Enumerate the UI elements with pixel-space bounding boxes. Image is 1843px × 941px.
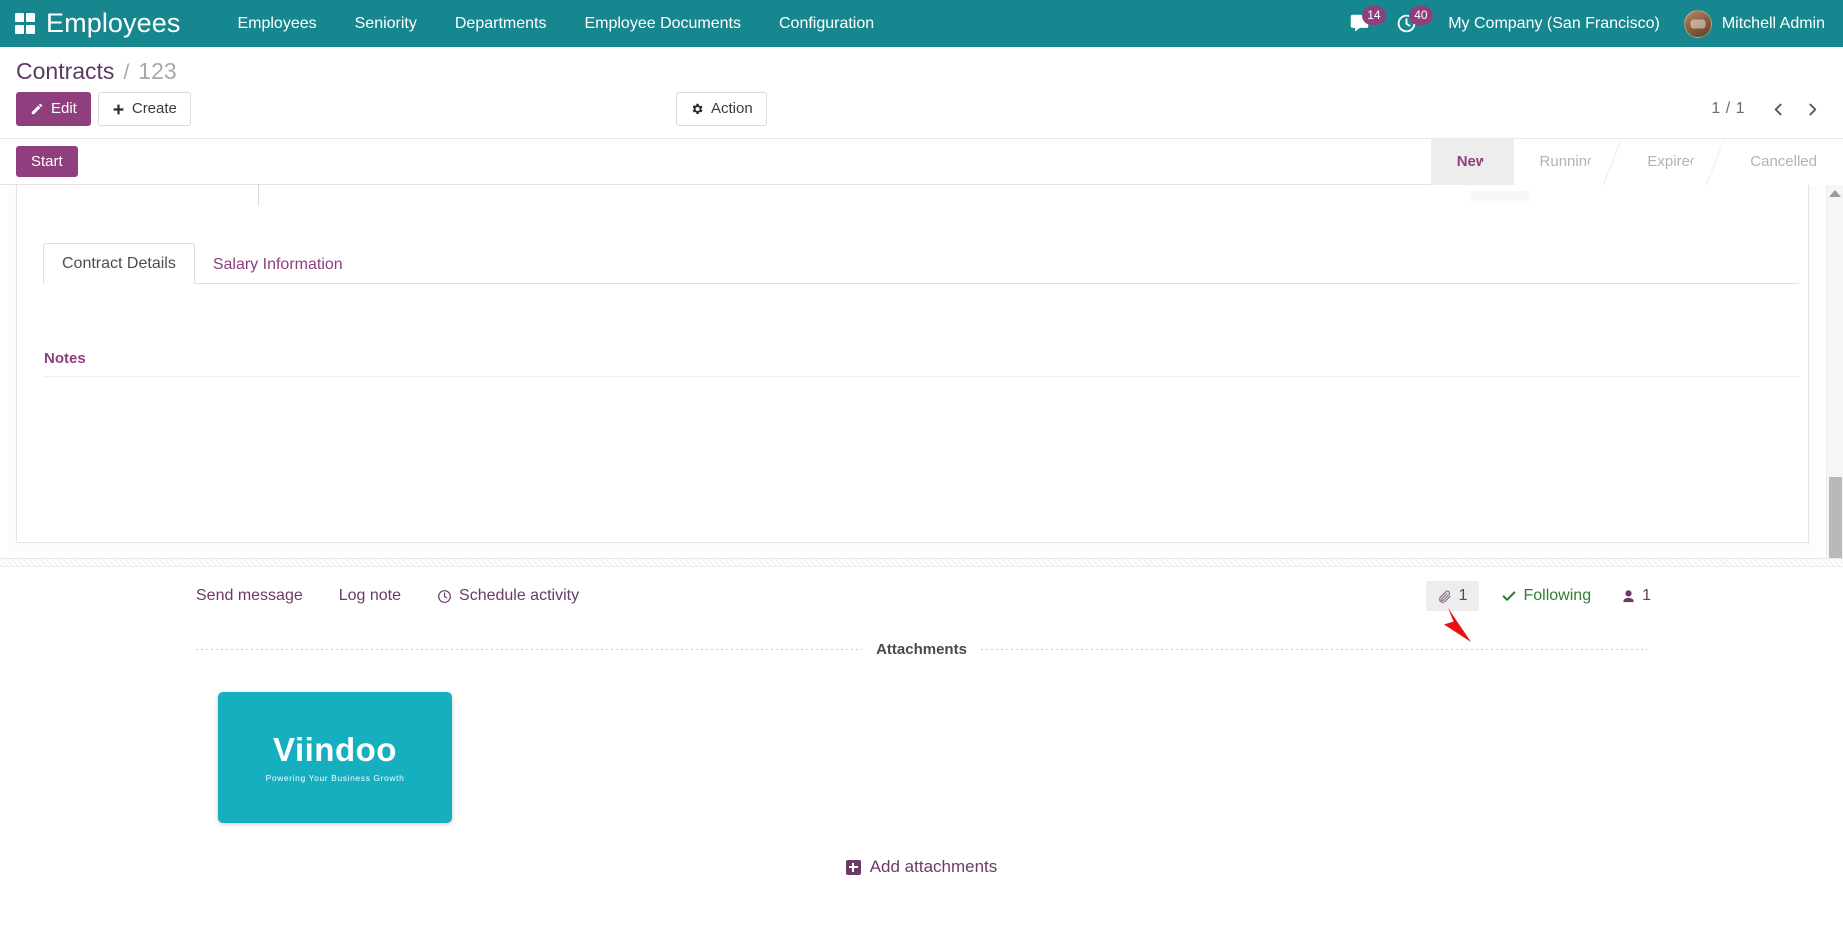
menu-item-employee-documents[interactable]: Employee Documents [565, 9, 760, 39]
action-button-label: Action [711, 100, 753, 118]
menu-item-seniority[interactable]: Seniority [336, 9, 436, 39]
following-label: Following [1524, 587, 1592, 605]
divider-left [196, 649, 862, 650]
add-attachments-row: Add attachments [0, 857, 1843, 877]
pager-value: 1 / 1 [1711, 100, 1759, 118]
schedule-activity-label: Schedule activity [459, 587, 579, 605]
followers-button[interactable]: 1 [1621, 587, 1651, 605]
chatter-right-group: 1 Following 1 [1426, 581, 1843, 611]
pager-previous-button[interactable] [1763, 94, 1793, 124]
notes-group: Notes [44, 350, 1799, 447]
check-icon [1501, 588, 1517, 604]
scrollbar-thumb[interactable] [1829, 477, 1842, 558]
create-button[interactable]: Create [98, 92, 191, 126]
tab-salary-information[interactable]: Salary Information [195, 245, 361, 284]
scroll-up-arrow-icon[interactable] [1829, 190, 1841, 197]
menu-item-configuration[interactable]: Configuration [760, 9, 893, 39]
notes-field[interactable] [44, 377, 1799, 447]
control-panel-buttons: Edit Create Action 1 / 1 [0, 87, 1843, 138]
add-attachments-label: Add attachments [870, 857, 998, 877]
divider-right [981, 649, 1647, 650]
statusbar-row: Start New Running Expired Cancelled [0, 139, 1843, 185]
form-sheet-area: Contract Details Salary Information Note… [0, 185, 1843, 558]
user-name: Mitchell Admin [1722, 15, 1825, 33]
top-navbar: Employees Employees Seniority Department… [0, 0, 1843, 47]
plus-icon [112, 103, 125, 116]
attachment-card-viindoo[interactable]: Viindoo Powering Your Business Growth [218, 692, 452, 823]
clipped-field-top-right [1470, 191, 1530, 203]
edit-button[interactable]: Edit [16, 92, 91, 126]
edit-button-label: Edit [51, 100, 77, 118]
create-button-label: Create [132, 100, 177, 118]
attachment-logo-text: Viindoo [273, 733, 397, 766]
chatter-toolbar: Send message Log note Schedule activity … [0, 567, 1843, 625]
vertical-scrollbar[interactable] [1826, 185, 1843, 558]
main-menu: Employees Seniority Departments Employee… [218, 9, 893, 39]
attachments-caption: Attachments [862, 641, 981, 658]
breadcrumb-separator: / [123, 61, 129, 85]
following-button[interactable]: Following [1501, 587, 1592, 605]
notebook-tabs: Contract Details Salary Information [43, 242, 1799, 284]
pager-next-button[interactable] [1797, 94, 1827, 124]
attachments-section-header: Attachments [196, 641, 1647, 658]
attachment-logo-tagline: Powering Your Business Growth [266, 773, 405, 783]
control-panel: Contracts / 123 Edit Create Action 1 / 1 [0, 47, 1843, 139]
pencil-icon [30, 102, 44, 116]
apps-menu-toggle[interactable] [8, 6, 42, 42]
breadcrumb: Contracts / 123 [0, 47, 1843, 87]
notes-label: Notes [44, 350, 1799, 377]
log-note-button[interactable]: Log note [339, 587, 401, 605]
pager: 1 / 1 [1711, 94, 1827, 124]
chatter-separator [0, 558, 1843, 567]
followers-count: 1 [1642, 587, 1651, 605]
breadcrumb-current-record: 123 [138, 58, 176, 85]
company-switcher[interactable]: My Company (San Francisco) [1430, 15, 1674, 33]
messages-badge: 14 [1362, 6, 1385, 25]
action-button[interactable]: Action [676, 92, 767, 126]
schedule-activity-button[interactable]: Schedule activity [437, 587, 579, 605]
menu-item-employees[interactable]: Employees [218, 9, 335, 39]
stage-new[interactable]: New [1431, 139, 1514, 185]
gear-icon [690, 102, 704, 116]
plus-square-icon [846, 860, 861, 875]
activities-badge: 40 [1409, 6, 1432, 25]
stage-cancelled[interactable]: Cancelled [1724, 139, 1843, 185]
start-button[interactable]: Start [16, 146, 78, 177]
activities-button[interactable]: 40 [1383, 0, 1430, 47]
add-attachments-button[interactable]: Add attachments [846, 857, 998, 877]
navbar-right-group: 14 40 My Company (San Francisco) Mitchel… [1336, 0, 1829, 47]
paperclip-icon [1437, 589, 1452, 604]
breadcrumb-contracts[interactable]: Contracts [16, 58, 114, 85]
attachments-toggle-button[interactable]: 1 [1426, 581, 1479, 611]
user-menu[interactable]: Mitchell Admin [1674, 10, 1829, 38]
tab-contract-details[interactable]: Contract Details [43, 243, 195, 284]
clipped-field-top [258, 185, 260, 206]
send-message-button[interactable]: Send message [196, 587, 303, 605]
menu-item-departments[interactable]: Departments [436, 9, 566, 39]
stage-running[interactable]: Running [1514, 139, 1622, 185]
clock-icon [437, 589, 452, 604]
apps-grid-icon [15, 13, 36, 34]
stage-expired[interactable]: Expired [1621, 139, 1724, 185]
avatar [1684, 10, 1712, 38]
attachment-count: 1 [1459, 587, 1468, 605]
status-pipeline: New Running Expired Cancelled [1431, 139, 1843, 185]
user-icon [1621, 589, 1636, 604]
app-brand-employees[interactable]: Employees [46, 8, 180, 39]
chatter: Send message Log note Schedule activity … [0, 558, 1843, 877]
messages-button[interactable]: 14 [1336, 0, 1383, 47]
attachment-list: Viindoo Powering Your Business Growth [0, 658, 1843, 823]
